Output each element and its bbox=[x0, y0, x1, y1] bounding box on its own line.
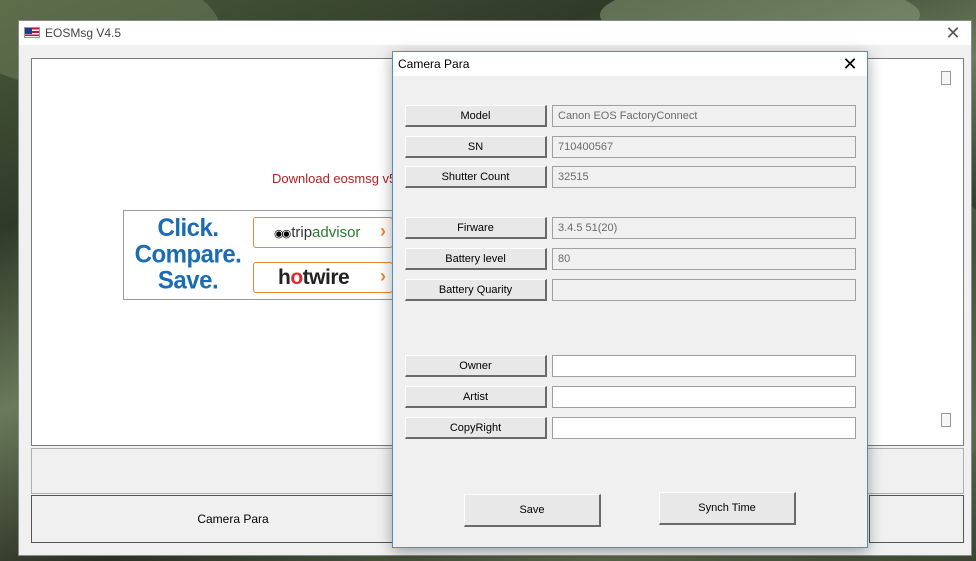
main-window-title: EOSMsg V4.5 bbox=[45, 26, 122, 40]
battery-level-field: 80 bbox=[552, 248, 856, 270]
ad-headline: Click. Compare. Save. bbox=[132, 215, 244, 294]
shutter-count-field: 32515 bbox=[552, 166, 856, 188]
camera-para-dialog: Camera Para ✕ Model Canon EOS FactoryCon… bbox=[392, 51, 868, 548]
chevron-right-icon: › bbox=[380, 266, 386, 286]
copyright-input[interactable] bbox=[552, 417, 856, 439]
sn-field: 710400567 bbox=[552, 136, 856, 158]
download-link[interactable]: Download eosmsg v5 bbox=[272, 171, 412, 186]
scroll-down-indicator[interactable] bbox=[941, 413, 951, 427]
dialog-close-icon[interactable]: ✕ bbox=[839, 54, 861, 74]
tripadvisor-logo: ◉◉ tripadvisor bbox=[274, 224, 361, 241]
main-close-icon[interactable]: ✕ bbox=[941, 23, 965, 43]
ad-headline-line: Compare. bbox=[134, 240, 242, 269]
model-button[interactable]: Model bbox=[405, 105, 547, 127]
hotwire-ad-button[interactable]: hotwire › bbox=[253, 262, 393, 293]
battery-quality-field bbox=[552, 279, 856, 301]
save-button[interactable]: Save bbox=[464, 494, 601, 527]
ad-headline-line: Save. bbox=[157, 266, 219, 295]
firmware-field: 3.4.5 51(20) bbox=[552, 217, 856, 239]
dialog-titlebar: Camera Para ✕ bbox=[393, 52, 867, 76]
hotwire-logo: hotwire bbox=[278, 265, 350, 289]
owl-icon: ◉◉ bbox=[274, 228, 291, 240]
ad-headline-line: Click. bbox=[157, 214, 219, 243]
artist-button[interactable]: Artist bbox=[405, 386, 547, 408]
chevron-right-icon: › bbox=[380, 221, 386, 241]
sn-button[interactable]: SN bbox=[405, 136, 547, 158]
owner-button[interactable]: Owner bbox=[405, 355, 547, 377]
owner-input[interactable] bbox=[552, 355, 856, 377]
camera-para-button[interactable]: Camera Para bbox=[31, 495, 435, 543]
main-titlebar: EOSMsg V4.5 ✕ bbox=[19, 21, 971, 45]
scroll-up-indicator[interactable] bbox=[941, 71, 951, 85]
dialog-title: Camera Para bbox=[398, 57, 470, 71]
us-flag-icon bbox=[24, 27, 40, 38]
advertisement-banner[interactable]: Click. Compare. Save. ◉◉ tripadvisor › ho… bbox=[123, 210, 403, 300]
battery-level-button[interactable]: Battery level bbox=[405, 248, 547, 270]
model-field: Canon EOS FactoryConnect bbox=[552, 105, 856, 127]
secondary-action-button[interactable] bbox=[869, 495, 964, 543]
battery-quality-button[interactable]: Battery Quarity bbox=[405, 279, 547, 301]
synch-time-button[interactable]: Synch Time bbox=[659, 492, 796, 525]
shutter-count-button[interactable]: Shutter Count bbox=[405, 166, 547, 188]
artist-input[interactable] bbox=[552, 386, 856, 408]
tripadvisor-ad-button[interactable]: ◉◉ tripadvisor › bbox=[253, 217, 393, 248]
copyright-button[interactable]: CopyRight bbox=[405, 417, 547, 439]
firmware-button[interactable]: Firware bbox=[405, 217, 547, 239]
